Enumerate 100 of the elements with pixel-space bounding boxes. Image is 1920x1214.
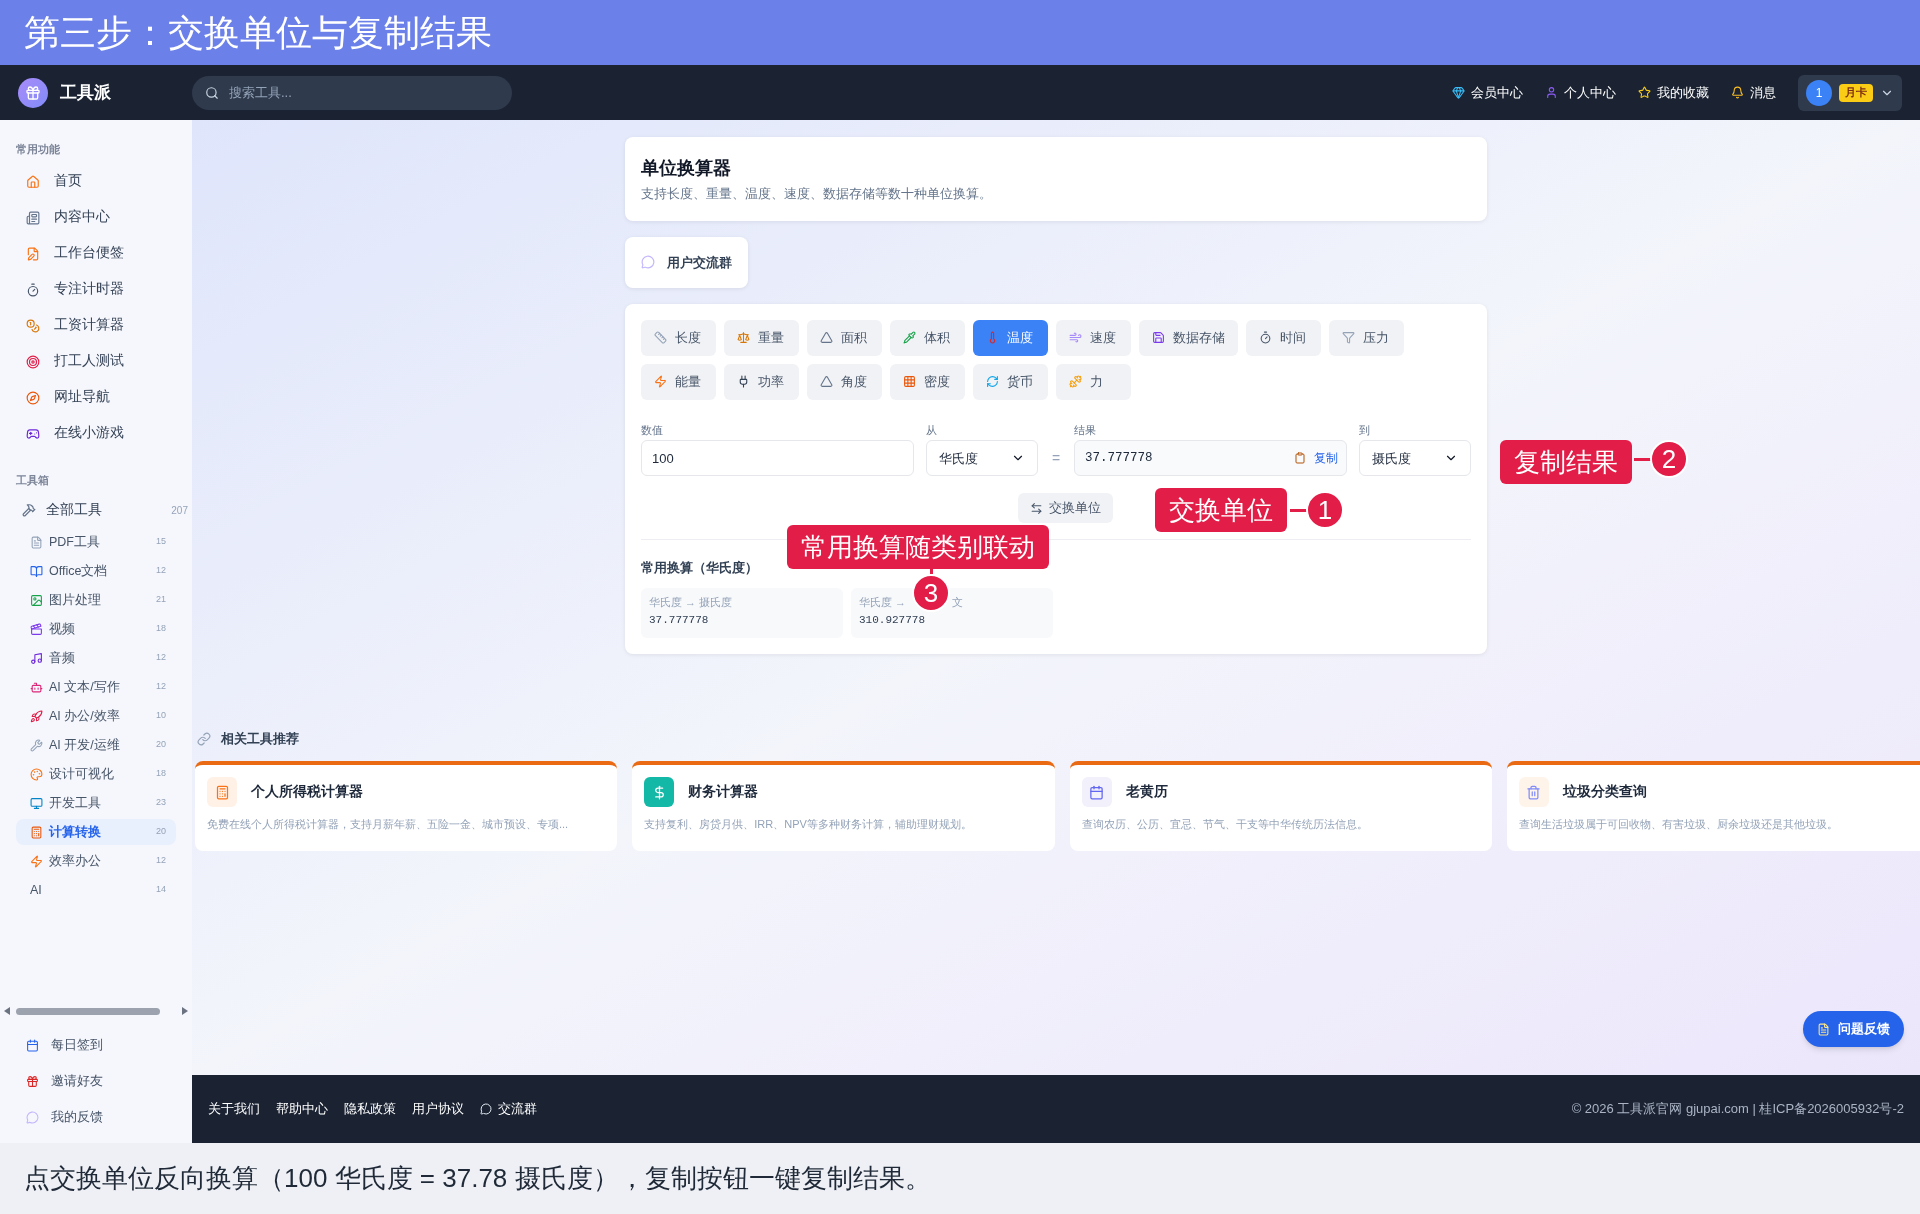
sidebar-item[interactable]: 视频 18 <box>16 616 176 642</box>
section-title: 工具箱 <box>16 472 50 488</box>
gamepad-icon <box>26 426 40 441</box>
coins-icon <box>26 318 40 333</box>
tool-card[interactable]: 老黄历 查询农历、公历、宜忌、节气、干支等中华传统历法信息。 <box>1069 761 1492 852</box>
triangle-icon <box>820 331 833 345</box>
tool-card[interactable]: 个人所得税计算器 免费在线个人所得税计算器，支持月薪年薪、五险一金、城市预设、专项... <box>195 761 618 852</box>
category-tab[interactable]: 面积 <box>807 319 882 356</box>
grid-icon <box>903 375 916 389</box>
category-tab[interactable]: 力 <box>1056 363 1131 400</box>
nav-link[interactable]: 我的收藏 <box>1638 82 1709 103</box>
search-field[interactable]: 搜索工具... <box>192 75 512 110</box>
sidebar-item[interactable]: AI 开发/运维 20 <box>16 732 176 758</box>
to-unit-select[interactable]: 摄氏度 <box>1359 440 1471 477</box>
footer-link[interactable]: 关于我们 <box>208 1099 260 1119</box>
sidebar-item[interactable]: AI 文本/写作 12 <box>16 674 176 700</box>
sidebar-item[interactable]: 工资计算器 <box>16 307 176 344</box>
nav-link[interactable]: 个人中心 <box>1545 82 1616 103</box>
wrench-icon <box>30 738 43 752</box>
sidebar-item[interactable]: 每日签到 <box>26 1027 166 1063</box>
footer-link[interactable]: 交流群 <box>480 1099 537 1119</box>
scale-icon <box>737 331 750 345</box>
footer-link[interactable]: 隐私政策 <box>344 1099 396 1119</box>
sidebar-item[interactable]: 首页 <box>16 163 176 200</box>
sidebar-item[interactable]: 在线小游戏 <box>16 415 176 452</box>
newspaper-icon <box>26 210 40 225</box>
footer-link[interactable]: 帮助中心 <box>276 1099 328 1119</box>
lightning-icon <box>654 375 667 389</box>
category-tab[interactable]: 长度 <box>641 319 716 356</box>
logo-icon[interactable] <box>18 77 48 108</box>
annotation-label: 交换单位 <box>1155 488 1287 532</box>
field-label: 结果 <box>1074 422 1098 438</box>
calculator-icon <box>214 784 230 800</box>
field-label: 到 <box>1359 422 1372 438</box>
sidebar-item[interactable]: 网址导航 <box>16 379 176 416</box>
calculator-icon <box>30 825 43 839</box>
sidebar-item[interactable]: 音频 12 <box>16 645 176 671</box>
sidebar-item[interactable]: 图片处理 21 <box>16 587 176 613</box>
item-count: 18 <box>156 622 166 636</box>
tool-card[interactable]: 垃圾分类查询 查询生活垃圾属于可回收物、有害垃圾、厨余垃圾还是其他垃圾。 <box>1506 761 1920 852</box>
logo-text[interactable]: 工具派 <box>60 79 111 106</box>
tool-card[interactable]: 财务计算器 支持复利、房贷月供、IRR、NPV等多种财务计算，辅助理财规划。 <box>632 761 1055 852</box>
scroll-thumb[interactable] <box>16 1007 160 1015</box>
category-tab[interactable]: 能量 <box>641 363 716 400</box>
tool-title: 单位换算器 <box>641 157 732 180</box>
sidebar-item[interactable]: 邀请好友 <box>26 1063 166 1099</box>
from-unit-select[interactable]: 华氏度 <box>926 440 1038 477</box>
sidebar-item[interactable]: Office文档 12 <box>16 558 176 584</box>
sidebar-item[interactable]: AI 办公/效率 10 <box>16 703 176 729</box>
monitor-icon <box>30 796 43 810</box>
item-count: 207 <box>171 503 188 518</box>
refresh-icon <box>986 375 999 389</box>
category-tab[interactable]: 时间 <box>1246 319 1321 356</box>
category-tab[interactable]: 数据存储 <box>1139 319 1238 356</box>
swap-units-button[interactable]: 交换单位 <box>1017 493 1113 524</box>
category-tab[interactable]: 压力 <box>1329 319 1404 356</box>
rocket-icon <box>30 709 43 723</box>
category-tab[interactable]: 速度 <box>1056 319 1131 356</box>
feedback-button[interactable]: 问题反馈 <box>1803 1011 1904 1047</box>
sidebar-item[interactable]: 设计可视化 18 <box>16 761 176 787</box>
note-icon <box>26 246 40 261</box>
sidebar-item[interactable]: 工作台便签 <box>16 235 176 272</box>
test-tube-icon <box>903 331 916 345</box>
sidebar-item[interactable]: 全部工具 207 <box>16 494 190 526</box>
community-button[interactable]: 用户交流群 <box>625 236 748 288</box>
nav-link[interactable]: 会员中心 <box>1452 82 1523 103</box>
sidebar-item[interactable]: 专注计时器 <box>16 271 176 308</box>
nav-link[interactable]: 消息 <box>1731 82 1776 103</box>
sidebar-item[interactable]: 计算转换 20 <box>16 819 176 845</box>
sidebar-item[interactable]: 开发工具 23 <box>16 790 176 816</box>
category-tab[interactable]: 货币 <box>973 363 1048 400</box>
item-count: 12 <box>156 651 166 665</box>
sidebar-item[interactable]: PDF工具 15 <box>16 529 176 555</box>
tool-card-title: 个人所得税计算器 <box>251 783 363 802</box>
annotation-label: 常用换算随类别联动 <box>787 525 1049 569</box>
tool-card-description: 免费在线个人所得税计算器，支持月薪年薪、五险一金、城市预设、专项... <box>207 817 570 832</box>
sidebar-item[interactable]: AI 14 <box>16 877 176 903</box>
field-label: 从 <box>926 422 939 438</box>
swap-arrows-icon <box>1029 501 1043 515</box>
sidebar-item[interactable]: 我的反馈 <box>26 1099 166 1135</box>
sidebar-item[interactable]: 内容中心 <box>16 199 176 236</box>
funnel-icon <box>1342 331 1355 345</box>
category-tab[interactable]: 温度 <box>973 319 1048 356</box>
scroll-left-icon[interactable] <box>4 1007 10 1015</box>
speech-bubble-icon <box>26 1110 39 1124</box>
search-icon <box>205 85 219 100</box>
category-tab[interactable]: 重量 <box>724 319 799 356</box>
footer-link[interactable]: 用户协议 <box>412 1099 464 1119</box>
user-menu[interactable]: 1 月卡 <box>1798 74 1902 111</box>
sidebar-item[interactable]: 打工人测试 <box>16 343 176 380</box>
category-tab[interactable]: 密度 <box>890 363 965 400</box>
category-tab[interactable]: 体积 <box>890 319 965 356</box>
tool-card-title: 老黄历 <box>1125 783 1168 802</box>
caption-text: 点交换单位反向换算（100 华氏度 = 37.78 摄氏度），复制按钮一键复制结果。 <box>24 1162 931 1195</box>
tool-card-title: 财务计算器 <box>688 783 759 802</box>
category-tab[interactable]: 功率 <box>724 363 799 400</box>
sidebar-item[interactable]: 效率办公 12 <box>16 848 176 874</box>
value-input[interactable]: 100 <box>641 440 915 477</box>
category-tab[interactable]: 角度 <box>807 363 882 400</box>
copy-button[interactable]: 复制 <box>1294 449 1339 468</box>
